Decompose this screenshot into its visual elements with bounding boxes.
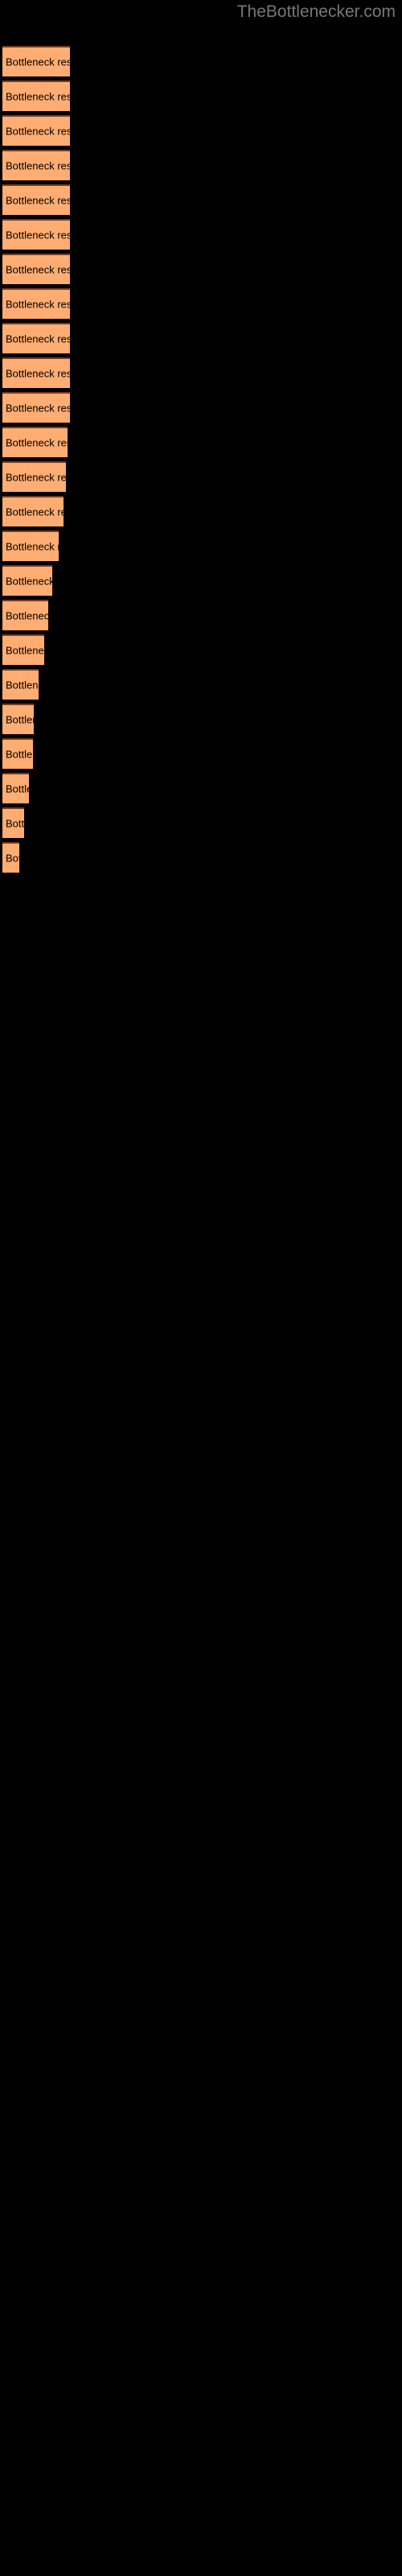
bar-14[interactable]: Bottleneck result (2, 496, 64, 526)
bar-label: Bottleneck result (6, 748, 33, 761)
bar-19[interactable]: Bottleneck result (2, 669, 39, 700)
bar-18[interactable]: Bottleneck result (2, 634, 44, 665)
bar-17[interactable]: Bottleneck result (2, 600, 48, 630)
bottleneck-bar-chart: Bottleneck result Bottleneck result Bottle… (0, 0, 402, 2576)
bar-label: Bottleneck result (6, 471, 66, 484)
bar-label: Bottleneck result (6, 229, 70, 242)
bar-label: Bottleneck result (6, 575, 52, 588)
bar-2[interactable]: Bottleneck result (2, 80, 70, 111)
bar-label: Bottleneck result (6, 679, 39, 691)
bar-11[interactable]: Bottleneck result (2, 392, 70, 423)
bar-9[interactable]: Bottleneck result (2, 323, 70, 353)
bar-15[interactable]: Bottleneck result (2, 530, 59, 561)
bar-label: Bottleneck result (6, 436, 68, 449)
bar-20[interactable]: Bottleneck result (2, 704, 34, 734)
bar-label: Bottleneck result (6, 332, 70, 345)
bar-5[interactable]: Bottleneck result (2, 184, 70, 215)
bar-label: Bottleneck result (6, 782, 29, 795)
bar-label: Bottleneck result (6, 367, 70, 380)
bar-label: Bottleneck result (6, 159, 70, 172)
bar-label: Bottleneck result (6, 125, 70, 138)
bar-10[interactable]: Bottleneck result (2, 357, 70, 388)
bar-4[interactable]: Bottleneck result (2, 150, 70, 180)
bar-22[interactable]: Bottleneck result (2, 773, 29, 803)
bar-label: Bottleneck result (6, 402, 70, 415)
bar-21[interactable]: Bottleneck result (2, 738, 33, 769)
bar-1[interactable]: Bottleneck result (2, 46, 70, 76)
bar-label: Bottleneck result (6, 90, 70, 103)
bar-8[interactable]: Bottleneck result (2, 288, 70, 319)
bar-3[interactable]: Bottleneck result (2, 115, 70, 146)
bar-label: Bottleneck result (6, 609, 48, 622)
bar-13[interactable]: Bottleneck result (2, 461, 66, 492)
bar-24[interactable]: Bottleneck result (2, 842, 19, 873)
bar-23[interactable]: Bottleneck result (2, 807, 24, 838)
bar-16[interactable]: Bottleneck result (2, 565, 52, 596)
bar-label: Bottleneck result (6, 506, 64, 518)
bar-label: Bottleneck result (6, 263, 70, 276)
bar-label: Bottleneck result (6, 817, 24, 830)
bar-label: Bottleneck result (6, 713, 34, 726)
bar-label: Bottleneck result (6, 194, 70, 207)
bar-7[interactable]: Bottleneck result (2, 254, 70, 284)
bar-12[interactable]: Bottleneck result (2, 427, 68, 457)
bar-label: Bottleneck result (6, 298, 70, 311)
bar-6[interactable]: Bottleneck result (2, 219, 70, 250)
bar-label: Bottleneck result (6, 540, 59, 553)
bar-label: Bottleneck result (6, 56, 70, 68)
bar-label: Bottleneck result (6, 644, 44, 657)
bar-label: Bottleneck result (6, 852, 19, 865)
